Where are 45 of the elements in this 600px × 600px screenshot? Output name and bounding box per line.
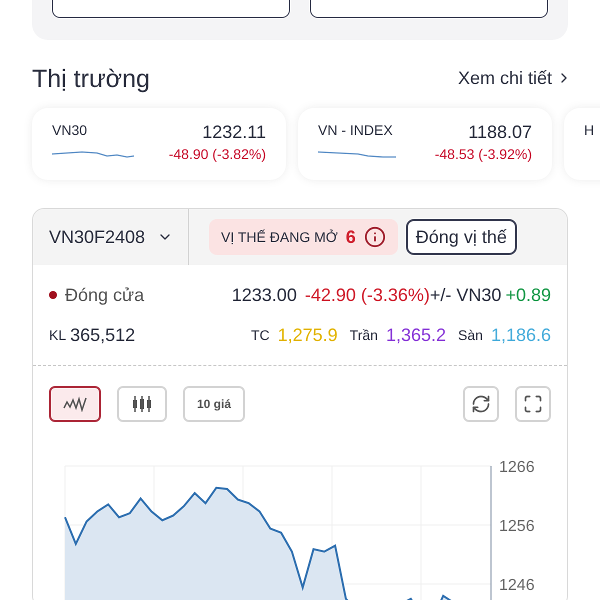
positions-count: 6 xyxy=(346,226,356,249)
price-levels-button[interactable]: 10 giá xyxy=(183,386,246,422)
view-details-link[interactable]: Xem chi tiết xyxy=(458,64,572,92)
index-change: -48.53 (-3.92%) xyxy=(434,145,532,164)
price-change: -42.90 (-3.36%) xyxy=(304,284,430,307)
contract-selector[interactable]: VN30F2408 xyxy=(33,209,189,265)
floor-label: Sàn xyxy=(458,326,483,345)
candlestick-icon xyxy=(131,395,153,413)
index-card[interactable]: H xyxy=(564,108,600,180)
basis-label: +/- VN30 xyxy=(430,284,502,307)
index-name: VN - INDEX xyxy=(318,121,394,140)
index-name: H xyxy=(584,121,594,140)
index-name: VN30 xyxy=(52,121,88,140)
index-value: 1232.11 xyxy=(202,121,266,144)
y-tick-label: 1266 xyxy=(499,459,535,476)
rotate-button[interactable] xyxy=(463,386,499,422)
reference-label: TC xyxy=(250,326,270,345)
last-price: 1233.00 xyxy=(232,284,297,307)
reference-value: 1,275.9 xyxy=(278,324,338,347)
index-change: -48.90 (-3.82%) xyxy=(168,145,266,164)
ceiling-value: 1,365.2 xyxy=(386,324,446,347)
positions-label: VỊ THẾ ĐANG MỞ xyxy=(221,228,338,247)
fullscreen-icon xyxy=(523,394,543,414)
session-status: Đóng cửa xyxy=(65,284,144,307)
index-value: 1188.07 xyxy=(468,121,532,144)
action-button[interactable] xyxy=(310,0,548,18)
basis-value: +0.89 xyxy=(505,284,551,307)
fullscreen-button[interactable] xyxy=(515,386,551,422)
action-button[interactable] xyxy=(52,0,290,18)
section-title: Thị trường xyxy=(32,67,150,92)
floor-value: 1,186.6 xyxy=(490,324,551,347)
volume-label: KL xyxy=(49,326,66,345)
open-positions-badge[interactable]: VỊ THẾ ĐANG MỞ 6 xyxy=(209,219,398,255)
index-card[interactable]: VN - INDEX 1188.07 -48.53 (-3.92%) xyxy=(298,108,552,180)
line-chart-icon xyxy=(63,396,87,412)
y-tick-label: 1256 xyxy=(499,518,535,535)
y-tick-label: 1246 xyxy=(499,577,535,594)
ceiling-label: Trần xyxy=(350,326,378,345)
volume-value: 365,512 xyxy=(70,324,136,347)
line-chart-button[interactable] xyxy=(49,386,101,422)
info-icon xyxy=(364,226,386,248)
candlestick-button[interactable] xyxy=(117,386,167,422)
index-card[interactable]: VN30 1232.11 -48.90 (-3.82%) xyxy=(32,108,286,180)
close-position-button[interactable]: Đóng vị thế xyxy=(406,219,517,255)
rotate-icon xyxy=(471,394,491,414)
